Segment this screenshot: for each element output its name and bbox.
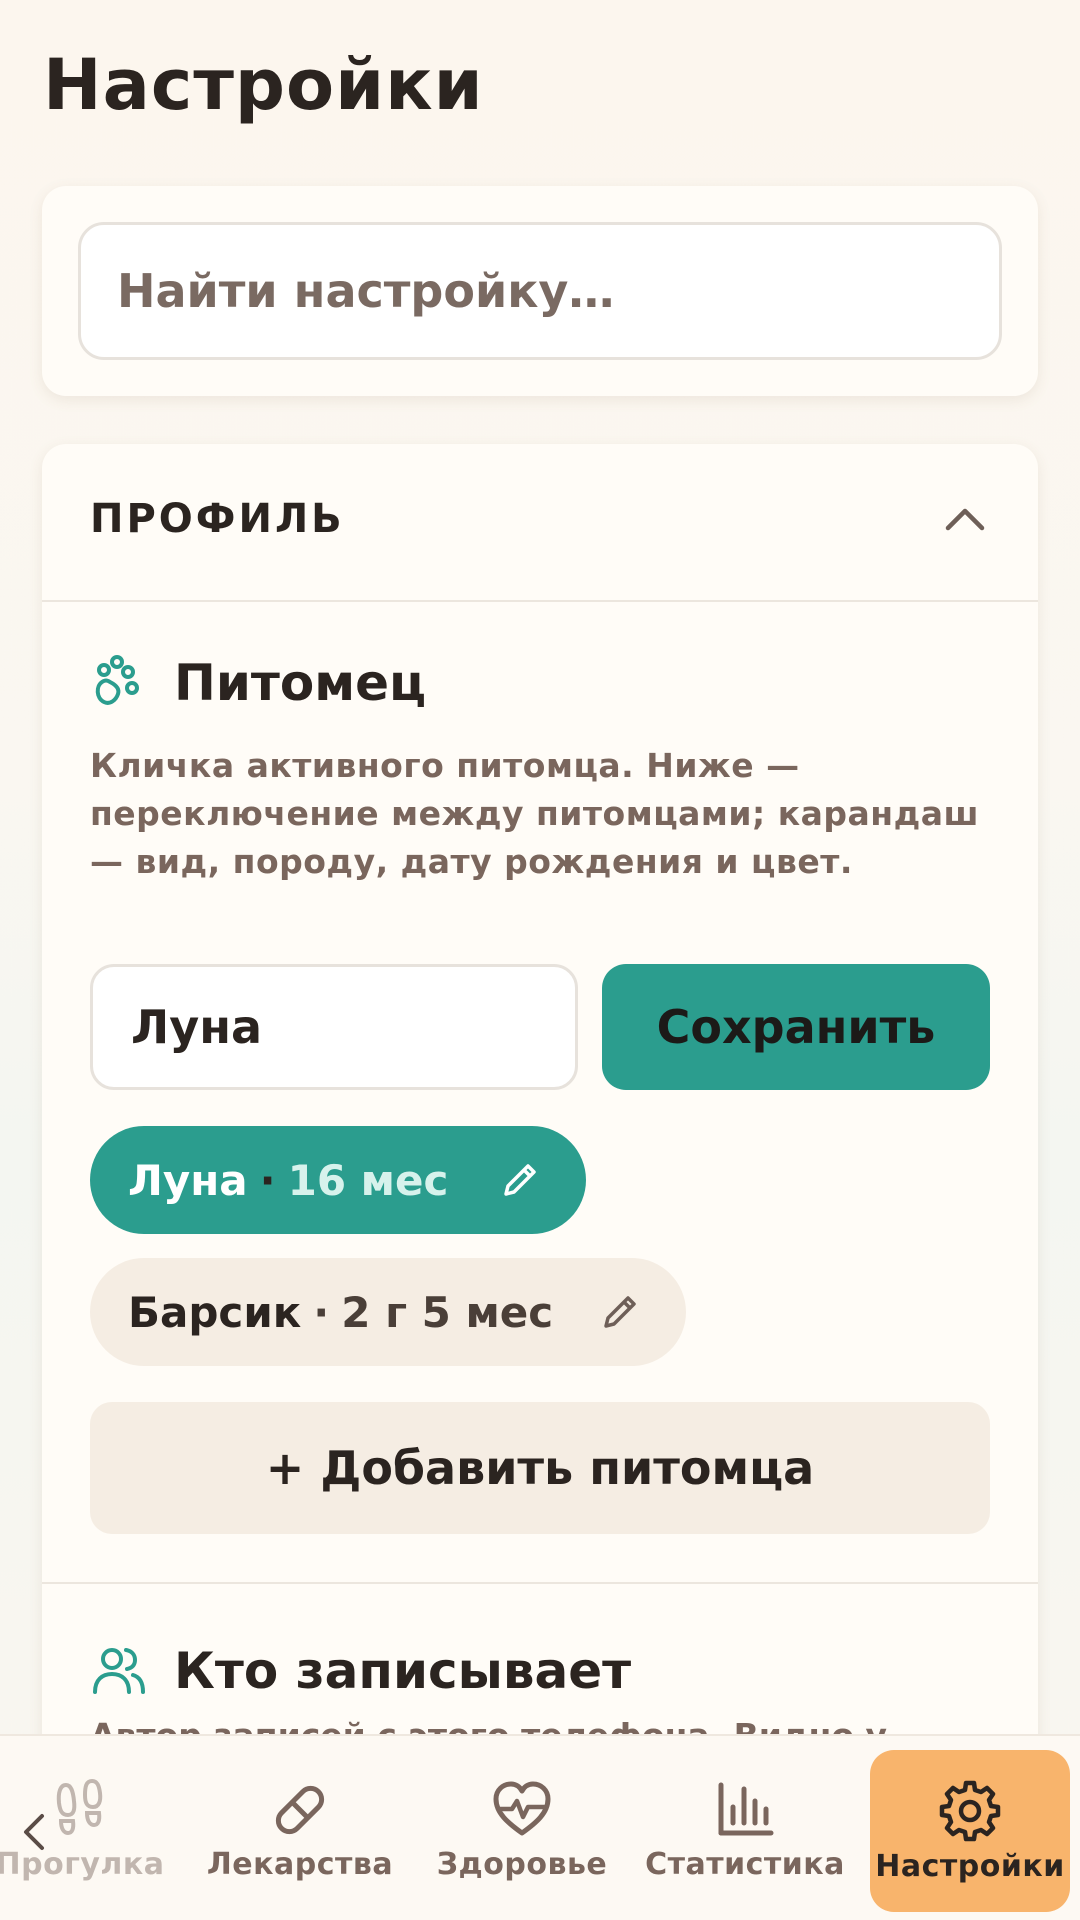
pet-name-input[interactable]	[90, 964, 578, 1090]
pet-chip-age: 2 г 5 мес	[341, 1287, 554, 1337]
pet-chip-separator: ·	[259, 1155, 276, 1205]
chevron-up-icon[interactable]	[944, 504, 986, 534]
pencil-icon[interactable]	[600, 1292, 640, 1332]
pill-icon	[275, 1785, 325, 1834]
nav-item-statistics[interactable]: Статистика	[645, 1736, 845, 1920]
add-pet-button[interactable]: + Добавить питомца	[90, 1402, 990, 1534]
pet-title: Питомец	[174, 654, 427, 712]
paw-icon	[95, 655, 139, 705]
bar-chart-icon	[718, 1782, 774, 1835]
footprints-icon	[56, 1778, 103, 1835]
divider	[42, 1582, 1038, 1584]
section-title: ПРОФИЛЬ	[90, 496, 345, 542]
pet-settings: Питомец Кличка активного питомца. Ниже —…	[90, 654, 990, 886]
save-button[interactable]: Сохранить	[602, 964, 990, 1090]
profile-section: ПРОФИЛЬ Питомец Кличка активного питомца…	[42, 444, 1038, 1920]
pencil-icon[interactable]	[500, 1160, 540, 1200]
pet-chip-luna[interactable]: Луна · 16 мес	[90, 1126, 586, 1234]
chevron-left-icon[interactable]	[20, 1812, 46, 1852]
page-title: Настройки	[43, 44, 484, 126]
gear-icon	[939, 1780, 1001, 1841]
heart-pulse-icon	[493, 1781, 551, 1835]
bottom-nav: Прогулка Лекарства Здоровье Статистика Н…	[0, 1734, 1080, 1920]
who-records-title: Кто записывает	[174, 1642, 632, 1700]
users-icon	[93, 1648, 145, 1694]
profile-section-header[interactable]: ПРОФИЛЬ	[42, 444, 1038, 602]
pet-chip-barsik[interactable]: Барсик · 2 г 5 мес	[90, 1258, 686, 1366]
pet-chip-separator: ·	[313, 1287, 330, 1337]
who-records-settings: Кто записывает	[90, 1642, 990, 1700]
nav-item-settings[interactable]: Настройки	[870, 1750, 1070, 1912]
pet-chip-name: Луна	[128, 1155, 248, 1205]
pet-name-row: Сохранить	[90, 964, 990, 1090]
pet-chip-age: 16 мес	[287, 1155, 449, 1205]
nav-label: Лекарства	[206, 1846, 394, 1882]
nav-item-medications[interactable]: Лекарства	[200, 1736, 400, 1920]
nav-label: Здоровье	[436, 1846, 608, 1882]
pet-chip-name: Барсик	[128, 1287, 302, 1337]
search-input[interactable]	[78, 222, 1002, 360]
nav-label: Настройки	[875, 1848, 1065, 1884]
nav-item-health[interactable]: Здоровье	[422, 1736, 622, 1920]
nav-label: Статистика	[645, 1846, 845, 1882]
search-card	[42, 186, 1038, 396]
pet-description: Кличка активного питомца. Ниже — переклю…	[90, 746, 980, 881]
